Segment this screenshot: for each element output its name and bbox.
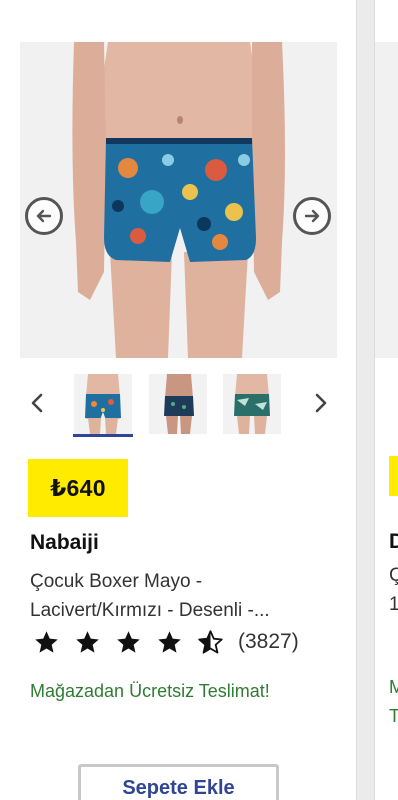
thumbnail-prev-button[interactable]: [22, 386, 52, 420]
delivery-info: Mağazadan Ücretsiz Teslimat!: [30, 681, 270, 701]
thumbnail-1[interactable]: [74, 374, 132, 434]
next-product-card[interactable]: D Ç 1 M T: [374, 0, 398, 800]
rating-stars[interactable]: (3827): [33, 627, 299, 657]
next-delivery-line2: T: [389, 706, 398, 726]
next-brand: D: [389, 530, 398, 553]
thumbnail-carousel: [20, 372, 337, 438]
next-product-image[interactable]: [375, 42, 398, 358]
thumbnail-3[interactable]: [223, 374, 281, 434]
thumbnail-2[interactable]: [149, 374, 207, 434]
image-prev-button[interactable]: [25, 197, 63, 235]
product-listing-viewport: ₺640 Nabaiji Çocuk Boxer Mayo - Lacivert…: [0, 0, 398, 800]
review-count: (3827): [238, 630, 299, 653]
star-icon: [76, 630, 99, 653]
next-title-line2: 1: [389, 594, 398, 615]
add-to-cart-button[interactable]: Sepete Ekle: [78, 764, 279, 800]
thumbnail-next-button[interactable]: [306, 386, 336, 420]
arrow-right-icon: [304, 209, 320, 223]
star-icon: [117, 630, 140, 653]
half-star-icon: [198, 629, 223, 654]
arrow-left-icon: [36, 209, 52, 223]
star-icon: [158, 630, 181, 653]
price-badge: ₺640: [28, 459, 128, 517]
next-title-line1: Ç: [389, 565, 398, 586]
next-delivery-line1: M: [389, 677, 398, 697]
next-price-badge: [389, 456, 398, 496]
image-next-button[interactable]: [293, 197, 331, 235]
chevron-left-icon: [31, 393, 43, 413]
product-main-image[interactable]: [20, 42, 337, 358]
product-card[interactable]: ₺640 Nabaiji Çocuk Boxer Mayo - Lacivert…: [0, 0, 357, 800]
thumbnail-selected-indicator: [73, 434, 133, 437]
star-icon: [35, 630, 58, 653]
product-title[interactable]: Çocuk Boxer Mayo - Lacivert/Kırmızı - De…: [30, 567, 330, 625]
chevron-right-icon: [315, 393, 327, 413]
price-text: ₺640: [50, 474, 106, 501]
brand-name[interactable]: Nabaiji: [30, 531, 99, 555]
